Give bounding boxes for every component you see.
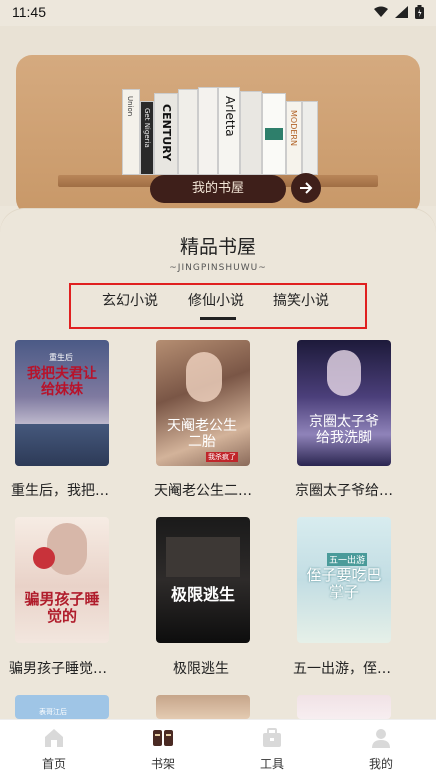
toolbox-icon bbox=[263, 728, 281, 747]
status-icons bbox=[373, 5, 424, 19]
book-cover: 极限逃生 bbox=[156, 517, 250, 643]
tab-xiuxian[interactable]: 修仙小说 bbox=[188, 290, 244, 310]
nav-home[interactable]: 首页 bbox=[24, 728, 84, 772]
tab-active-indicator bbox=[200, 317, 236, 320]
section-title: 精品书屋 bbox=[179, 236, 256, 258]
book-cover: 京圈太子爷给我洗脚 bbox=[297, 340, 391, 466]
banner-book: CENTURY bbox=[154, 93, 178, 175]
banner-book: Arletta bbox=[218, 87, 240, 175]
book-title: 京圈太子爷给… bbox=[295, 483, 393, 499]
banner-book: Get Nigeria bbox=[140, 101, 154, 175]
profile-icon bbox=[372, 729, 390, 748]
banner-book: MODERN bbox=[286, 101, 302, 175]
tab-xuanhuan[interactable]: 玄幻小说 bbox=[102, 290, 158, 310]
wifi-icon bbox=[374, 6, 388, 17]
banner-book bbox=[302, 101, 318, 175]
book-cover-partial[interactable] bbox=[156, 695, 250, 719]
banner-book bbox=[262, 93, 286, 175]
bookshelf-icon bbox=[153, 730, 173, 746]
battery-icon bbox=[415, 5, 424, 19]
nav-label: 书架 bbox=[150, 757, 175, 771]
book-cover: 重生后 我把夫君让给妹妹 bbox=[15, 340, 109, 466]
banner-book: Union bbox=[122, 89, 140, 175]
book-cover: 天阉老公生二胎 我杀疯了 bbox=[156, 340, 250, 466]
book-cover-partial[interactable] bbox=[297, 695, 391, 719]
tab-gaoxiao[interactable]: 搞笑小说 bbox=[273, 290, 329, 310]
bottom-navigation: 首页 书架 工具 我的 bbox=[0, 719, 436, 775]
book-title: 极限逃生 bbox=[173, 661, 229, 677]
arrow-right-button[interactable] bbox=[291, 173, 321, 203]
book-cover-partial[interactable]: 表哥江后 bbox=[15, 695, 109, 719]
status-time: 11:45 bbox=[12, 4, 46, 20]
nav-bookshelf[interactable]: 书架 bbox=[133, 728, 193, 772]
section-subtitle: ~JINGPINSHUWU~ bbox=[169, 263, 267, 273]
book-title: 天阉老公生二… bbox=[154, 483, 252, 499]
my-bookshelf-button[interactable]: 我的书屋 bbox=[150, 175, 286, 203]
arrow-right-icon bbox=[300, 182, 313, 194]
signal-icon bbox=[395, 6, 408, 18]
nav-label: 首页 bbox=[41, 757, 66, 771]
book-cover: 骗男孩子睡觉的 bbox=[15, 517, 109, 643]
banner-book bbox=[178, 89, 198, 175]
book-title: 五一出游，侄… bbox=[293, 661, 391, 677]
book-title: 重生后，我把… bbox=[11, 483, 109, 499]
nav-profile[interactable]: 我的 bbox=[351, 728, 411, 772]
nav-label: 工具 bbox=[259, 757, 284, 771]
status-bar: 11:45 bbox=[0, 0, 436, 26]
nav-label: 我的 bbox=[368, 757, 393, 771]
banner-book bbox=[198, 87, 218, 175]
banner-books: Union Get Nigeria CENTURY Arletta MODERN bbox=[122, 87, 322, 175]
book-title: 骗男孩子睡觉… bbox=[9, 661, 107, 677]
home-icon bbox=[45, 729, 63, 747]
nav-tools[interactable]: 工具 bbox=[242, 728, 302, 772]
banner-book bbox=[240, 91, 262, 175]
book-cover: 五一出游 侄子要吃巴掌子 bbox=[297, 517, 391, 643]
